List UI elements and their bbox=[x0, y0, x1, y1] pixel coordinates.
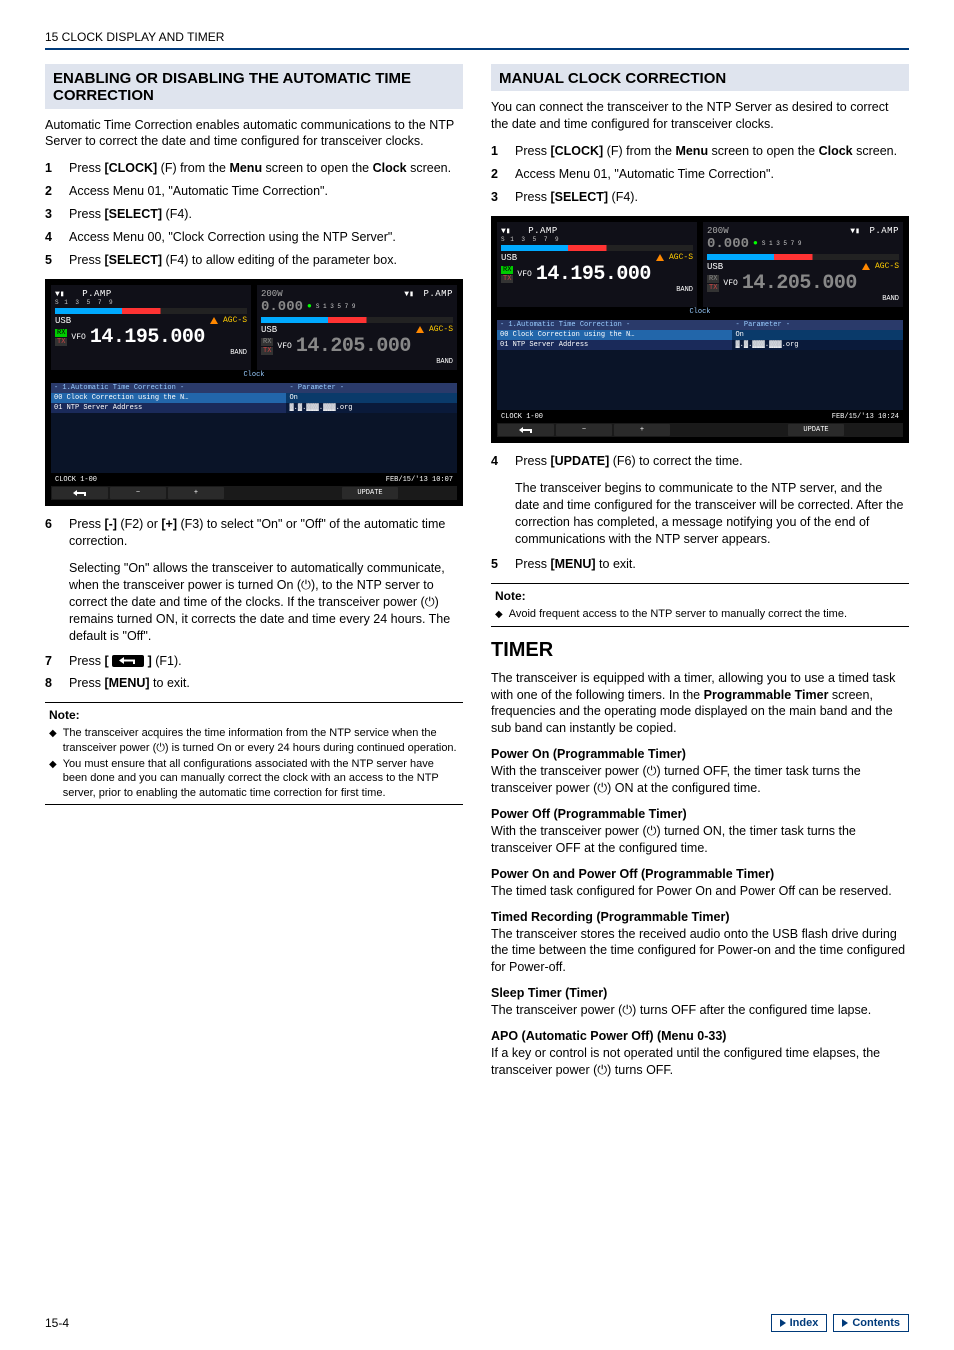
table-row: 01 NTP Server Address▓.▓.▓▓▓.▓▓▓.org bbox=[497, 340, 903, 350]
subsection-text: With the transceiver power (⏻) turned ON… bbox=[491, 823, 909, 857]
table-row: 01 NTP Server Address▓.▓.▓▓▓.▓▓▓.org bbox=[51, 403, 457, 413]
step-text: Press [ ] (F1). bbox=[69, 653, 463, 670]
section-heading: MANUAL CLOCK CORRECTION bbox=[499, 70, 901, 87]
step-text: Press [CLOCK] (F) from the Menu screen t… bbox=[515, 143, 909, 160]
warning-icon bbox=[416, 326, 424, 333]
step-text: Press [SELECT] (F4) to allow editing of … bbox=[69, 252, 463, 269]
subsection-text: The timed task configured for Power On a… bbox=[491, 883, 909, 900]
section-heading-box: MANUAL CLOCK CORRECTION bbox=[491, 64, 909, 91]
back-icon bbox=[498, 424, 554, 437]
subsection-heading: Power Off (Programmable Timer) bbox=[491, 807, 909, 821]
softkey-row: − + UPDATE bbox=[497, 423, 903, 438]
step-list: 1Press [CLOCK] (F) from the Menu screen … bbox=[491, 143, 909, 206]
step-text: Press [CLOCK] (F) from the Menu screen t… bbox=[69, 160, 463, 177]
subsection-heading: Power On (Programmable Timer) bbox=[491, 747, 909, 761]
warning-icon bbox=[656, 254, 664, 261]
note-text: You must ensure that all configurations … bbox=[63, 757, 459, 800]
section-heading: ENABLING OR DISABLING THE AUTOMATIC TIME… bbox=[53, 70, 455, 105]
radio-screenshot: ▼▮ P.AMP S 1 3 5 7 9 USB AGC-S RXTX VFO … bbox=[491, 216, 909, 444]
section-heading-box: ENABLING OR DISABLING THE AUTOMATIC TIME… bbox=[45, 64, 463, 109]
subsection-heading: Timed Recording (Programmable Timer) bbox=[491, 910, 909, 924]
note-box: Note: ◆The transceiver acquires the time… bbox=[45, 702, 463, 804]
sub-frequency: 14.205.000 bbox=[296, 335, 411, 358]
step-subtext: The transceiver begins to communicate to… bbox=[515, 480, 909, 548]
step-text: Press [SELECT] (F4). bbox=[515, 189, 909, 206]
subsection-text: If a key or control is not operated unti… bbox=[491, 1045, 909, 1079]
table-row: 00 Clock Correction using the N…On bbox=[497, 330, 903, 340]
table-row: 00 Clock Correction using the N…On bbox=[51, 393, 457, 403]
diamond-icon: ◆ bbox=[49, 757, 57, 800]
main-frequency: 14.195.000 bbox=[90, 326, 205, 349]
footer: 15-4 Index Contents bbox=[45, 1314, 909, 1332]
page-number: 15-4 bbox=[45, 1316, 69, 1330]
signal-meter bbox=[55, 308, 247, 314]
subsection-heading: Sleep Timer (Timer) bbox=[491, 986, 909, 1000]
step-text: Access Menu 01, "Automatic Time Correcti… bbox=[69, 183, 463, 200]
diamond-icon: ◆ bbox=[495, 607, 503, 622]
step-subtext: Selecting "On" allows the transceiver to… bbox=[69, 560, 463, 644]
radio-screenshot: ▼▮ P.AMP S 1 3 5 7 9 USB AGC-S RXTX VFO … bbox=[45, 279, 463, 507]
step-list: 5Press [MENU] to exit. bbox=[491, 556, 909, 573]
intro-paragraph: You can connect the transceiver to the N… bbox=[491, 99, 909, 133]
note-box: Note: ◆Avoid frequent access to the NTP … bbox=[491, 583, 909, 627]
step-text: Press [-] (F2) or [+] (F3) to select "On… bbox=[69, 516, 463, 550]
antenna-icon: ▼▮ bbox=[501, 226, 511, 236]
left-column: ENABLING OR DISABLING THE AUTOMATIC TIME… bbox=[45, 64, 463, 1089]
step-text: Access Menu 01, "Automatic Time Correcti… bbox=[515, 166, 909, 183]
warning-icon bbox=[862, 263, 870, 270]
antenna-icon: ▼▮ bbox=[55, 289, 65, 299]
triangle-icon bbox=[780, 1319, 786, 1327]
note-text: Avoid frequent access to the NTP server … bbox=[509, 607, 847, 622]
step-text: Press [UPDATE] (F6) to correct the time. bbox=[515, 453, 909, 470]
subsection-text: The transceiver stores the received audi… bbox=[491, 926, 909, 977]
contents-link[interactable]: Contents bbox=[833, 1314, 909, 1332]
subsection-text: With the transceiver power (⏻) turned OF… bbox=[491, 763, 909, 797]
triangle-icon bbox=[842, 1319, 848, 1327]
step-list: 6Press [-] (F2) or [+] (F3) to select "O… bbox=[45, 516, 463, 550]
intro-paragraph: Automatic Time Correction enables automa… bbox=[45, 117, 463, 151]
step-list: 1Press [CLOCK] (F) from the Menu screen … bbox=[45, 160, 463, 268]
step-text: Press [MENU] to exit. bbox=[69, 675, 463, 692]
step-list: 4Press [UPDATE] (F6) to correct the time… bbox=[491, 453, 909, 470]
chapter-rule bbox=[45, 48, 909, 50]
step-text: Press [MENU] to exit. bbox=[515, 556, 909, 573]
timer-intro: The transceiver is equipped with a timer… bbox=[491, 670, 909, 738]
index-link[interactable]: Index bbox=[771, 1314, 828, 1332]
section-title: TIMER bbox=[491, 639, 909, 662]
step-text: Access Menu 00, "Clock Correction using … bbox=[69, 229, 463, 246]
softkey-row: − + UPDATE bbox=[51, 486, 457, 501]
subsection-heading: Power On and Power Off (Programmable Tim… bbox=[491, 867, 909, 881]
chapter-heading: 15 CLOCK DISPLAY AND TIMER bbox=[45, 30, 909, 44]
diamond-icon: ◆ bbox=[49, 726, 57, 755]
step-list: 7Press [ ] (F1). 8Press [MENU] to exit. bbox=[45, 653, 463, 693]
right-column: MANUAL CLOCK CORRECTION You can connect … bbox=[491, 64, 909, 1089]
step-text: Press [SELECT] (F4). bbox=[69, 206, 463, 223]
subsection-text: The transceiver power (⏻) turns OFF afte… bbox=[491, 1002, 909, 1019]
back-button-icon bbox=[112, 655, 144, 667]
subsection-heading: APO (Automatic Power Off) (Menu 0-33) bbox=[491, 1029, 909, 1043]
warning-icon bbox=[210, 317, 218, 324]
back-icon bbox=[52, 487, 108, 500]
note-text: The transceiver acquires the time inform… bbox=[63, 726, 459, 755]
